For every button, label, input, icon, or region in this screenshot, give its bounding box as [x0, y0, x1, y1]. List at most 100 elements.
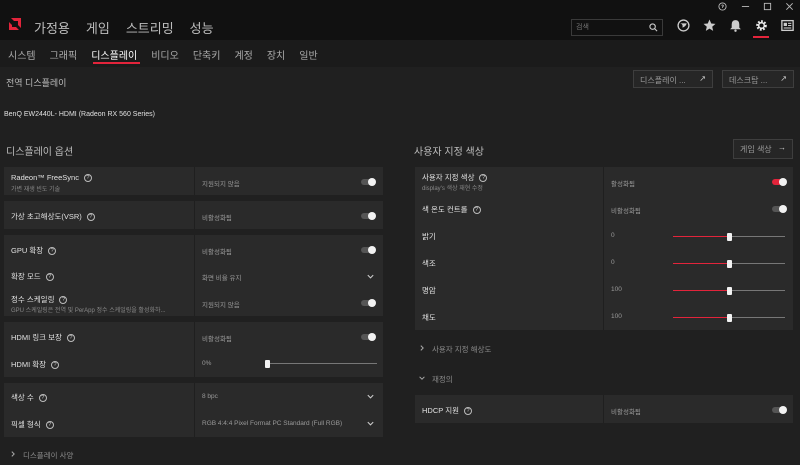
help-icon[interactable]: ? [51, 361, 60, 370]
hdmi-scaling-slider[interactable] [265, 359, 377, 368]
gpu-scaling-toggle[interactable] [361, 246, 376, 254]
hue-slider[interactable] [673, 259, 785, 268]
contrast-label: 명암 [422, 286, 436, 295]
chevron-down-icon[interactable] [366, 272, 375, 281]
search-input[interactable] [572, 20, 644, 35]
nav-gaming[interactable]: 게임 [86, 18, 110, 37]
saturation-slider[interactable] [673, 313, 785, 322]
custom-color-title: 사용자 지정 색상 [414, 147, 484, 158]
help-icon[interactable]: ? [86, 213, 95, 222]
minimize-icon[interactable] [741, 2, 750, 11]
display-button[interactable]: 디스플레이 ... ↗ [633, 70, 713, 88]
nav-home[interactable]: 가정용 [34, 18, 70, 37]
integer-scaling-toggle[interactable] [361, 299, 376, 307]
help-icon[interactable]: ? [45, 421, 54, 430]
color-temp-toggle[interactable] [772, 205, 787, 213]
freesync-sub: 가변 재생 빈도 기술 [11, 187, 61, 193]
custom-color-value: 활성화됨 [611, 181, 635, 188]
color-depth-value[interactable]: 8 bpc [202, 393, 218, 400]
help-icon[interactable]: ? [472, 206, 481, 215]
hdmi-link-toggle[interactable] [361, 333, 376, 341]
hdmi-scaling-label: HDMI 확장 [11, 360, 47, 369]
contrast-value: 100 [611, 286, 622, 293]
tab-video[interactable]: 비디오 [151, 47, 179, 62]
tab-system[interactable]: 시스템 [8, 47, 36, 62]
color-temp-value: 비활성화됨 [611, 208, 641, 215]
freesync-label: Radeon™ FreeSync [11, 173, 79, 182]
help-icon[interactable]: ? [59, 296, 68, 305]
star-icon[interactable] [703, 19, 716, 32]
help-icon[interactable]: ? [45, 273, 54, 282]
scaling-mode-value[interactable]: 화면 비율 유지 [202, 272, 242, 282]
chevron-down-icon[interactable] [366, 392, 375, 401]
hdmi-scaling-row: HDMI 확장? 0% [4, 350, 383, 377]
slider-thumb[interactable] [265, 359, 270, 368]
hdcp-label: HDCP 지원 [422, 406, 459, 415]
display-specs-expander[interactable]: 디스플레이 사양 [9, 450, 73, 461]
maximize-icon[interactable] [763, 2, 772, 11]
help-icon[interactable]: ? [48, 247, 57, 256]
all-displays-title: 전역 디스플레이 [6, 78, 67, 88]
saturation-row: 채도 100 [415, 303, 793, 330]
display-button-label: 디스플레이 ... [640, 76, 686, 85]
custom-resolution-expander[interactable]: 사용자 지정 해상도 [418, 344, 491, 355]
custom-resolution-label: 사용자 지정 해상도 [432, 345, 492, 354]
pixel-format-value[interactable]: RGB 4:4:4 Pixel Format PC Standard (Full… [202, 420, 342, 427]
bell-icon[interactable] [729, 19, 742, 32]
active-tab-indicator [93, 62, 140, 64]
hdcp-value: 비활성화됨 [611, 409, 641, 416]
overrides-expander[interactable]: 재정의 [418, 374, 453, 385]
gpu-scaling-value: 비활성화됨 [202, 249, 232, 256]
tab-hotkeys[interactable]: 단축키 [193, 47, 221, 62]
slider-thumb[interactable] [726, 259, 732, 268]
search-icon[interactable] [649, 23, 658, 32]
chevron-right-icon [420, 345, 424, 351]
tab-graphics[interactable]: 그래픽 [50, 47, 78, 62]
tab-devices[interactable]: 장치 [267, 47, 285, 62]
desktop-button[interactable]: 데스크탑 ... ↗ [722, 70, 794, 88]
contrast-slider[interactable] [673, 286, 785, 295]
slider-thumb[interactable] [726, 313, 732, 322]
slider-thumb[interactable] [726, 232, 732, 241]
gpu-scaling-label: GPU 확장 [11, 246, 44, 255]
close-icon[interactable] [785, 2, 794, 11]
slider-thumb[interactable] [726, 286, 732, 295]
color-temp-row: 색 온도 컨트롤? 비활성화됨 [415, 195, 793, 222]
nav-streaming[interactable]: 스트리밍 [126, 18, 174, 37]
hue-row: 색조 0 [415, 249, 793, 276]
freesync-toggle[interactable] [361, 178, 376, 186]
settings-tab-bar: 시스템 그래픽 디스플레이 비디오 단축키 계정 장치 일반 [0, 40, 800, 67]
display-specs-label: 디스플레이 사양 [23, 451, 74, 460]
arrow-up-right-icon: ↗ [780, 74, 787, 83]
chevron-right-icon [11, 451, 15, 457]
contrast-row: 명암 100 [415, 276, 793, 303]
display-options-title: 디스플레이 옵션 [6, 147, 74, 158]
pixel-format-label: 픽셀 형식 [11, 420, 41, 429]
globe-icon[interactable] [677, 19, 690, 32]
pixel-format-row: 픽셀 형식? RGB 4:4:4 Pixel Format PC Standar… [4, 410, 383, 437]
news-icon[interactable] [781, 19, 794, 32]
help-icon[interactable]: ? [479, 174, 488, 183]
desktop-button-label: 데스크탑 ... [729, 76, 768, 85]
brightness-slider[interactable] [673, 232, 785, 241]
hue-label: 색조 [422, 259, 436, 268]
help-icon[interactable]: ? [83, 174, 92, 183]
hdcp-toggle[interactable] [772, 406, 787, 414]
vsr-toggle[interactable] [361, 212, 376, 220]
help-window-icon[interactable] [718, 2, 727, 11]
tab-account[interactable]: 계정 [234, 47, 252, 62]
search-box[interactable] [571, 19, 663, 36]
brightness-row: 밝기 0 [415, 222, 793, 249]
custom-color-toggle[interactable] [772, 178, 787, 186]
help-icon[interactable]: ? [38, 394, 47, 403]
help-icon[interactable]: ? [464, 407, 472, 416]
game-colors-button[interactable]: 게임 색상 → [733, 139, 793, 159]
tab-general[interactable]: 일반 [299, 47, 317, 62]
chevron-down-icon [419, 376, 425, 380]
overrides-label: 재정의 [432, 375, 453, 384]
help-icon[interactable]: ? [66, 334, 75, 343]
chevron-down-icon[interactable] [366, 419, 375, 428]
nav-performance[interactable]: 성능 [190, 18, 214, 37]
tab-display[interactable]: 디스플레이 [91, 47, 137, 62]
gear-icon[interactable] [755, 19, 768, 32]
